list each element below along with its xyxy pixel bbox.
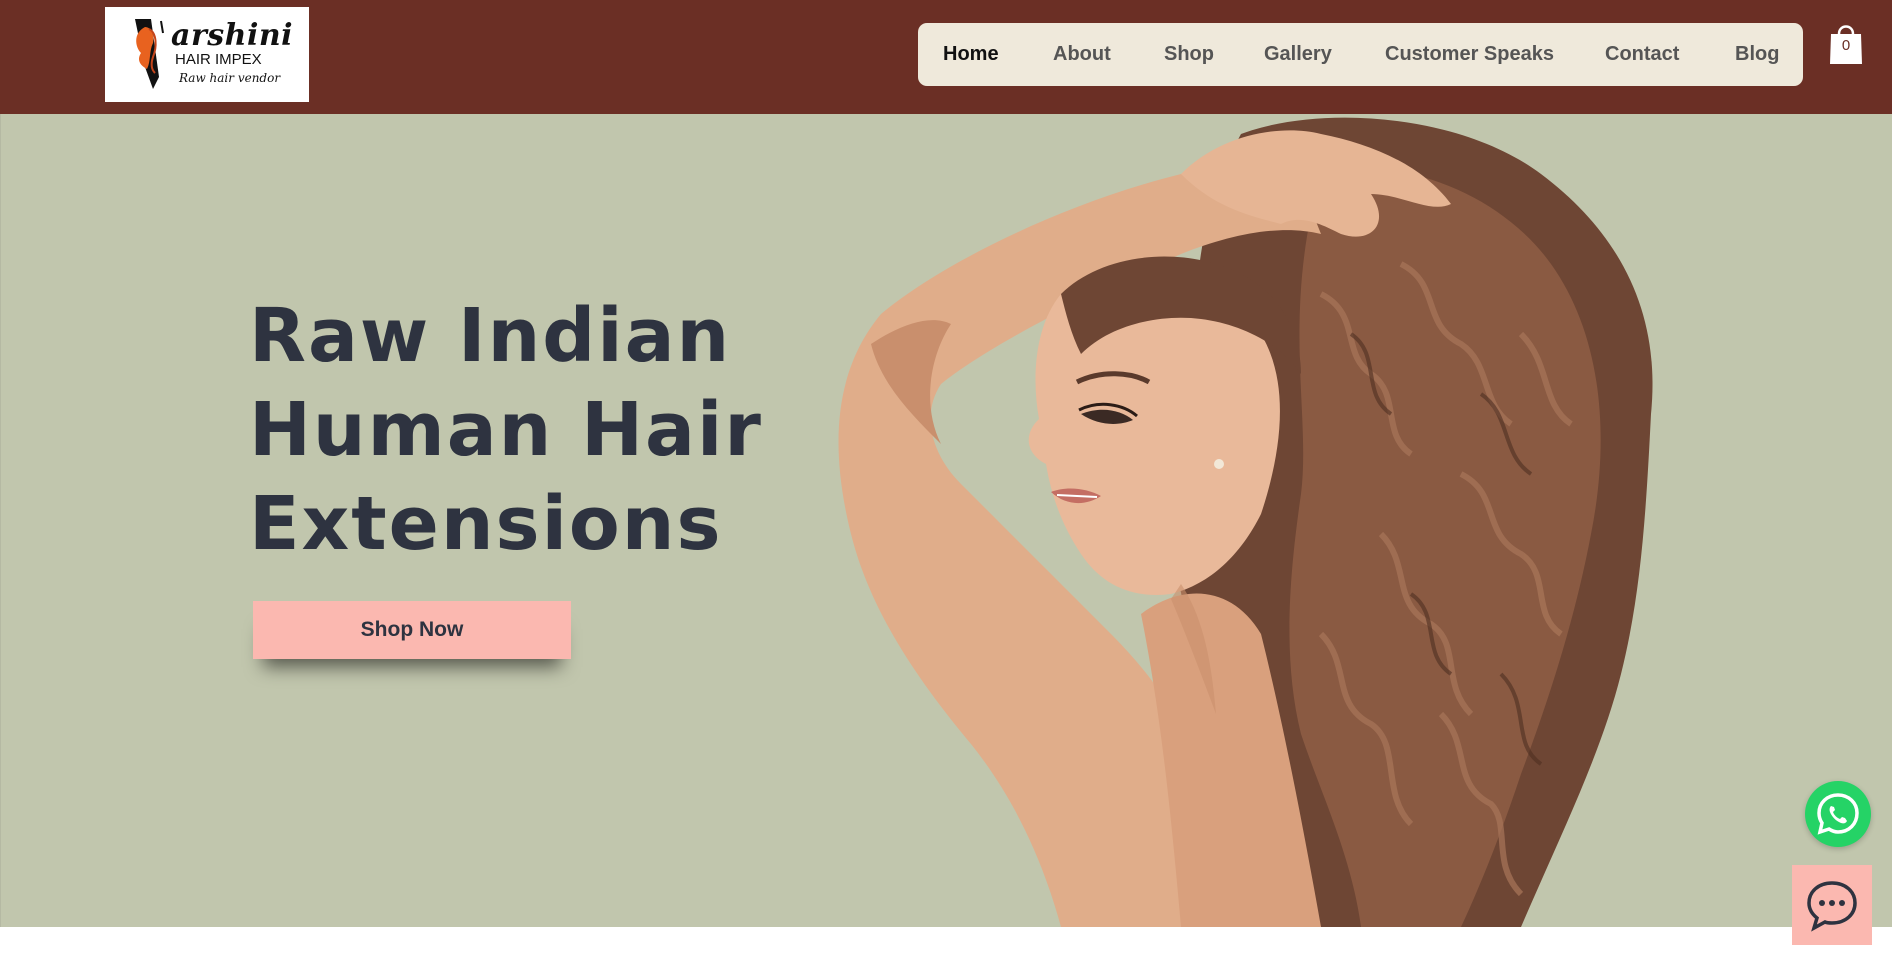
hero-heading: Raw Indian Human Hair Extensions bbox=[249, 289, 809, 571]
hero-model-image bbox=[838, 117, 1653, 927]
hero-heading-line-1: Raw Indian bbox=[249, 293, 732, 379]
logo-subtitle: HAIR IMPEX bbox=[175, 51, 262, 68]
nav-item-about[interactable]: About bbox=[1053, 23, 1111, 86]
nav-item-customer-speaks[interactable]: Customer Speaks bbox=[1385, 23, 1554, 86]
site-header: arshini HAIR IMPEX Raw hair vendor Home … bbox=[0, 0, 1892, 114]
nav-item-contact[interactable]: Contact bbox=[1605, 23, 1679, 86]
nav-item-shop[interactable]: Shop bbox=[1164, 23, 1214, 86]
main-navigation: Home About Shop Gallery Customer Speaks … bbox=[918, 23, 1803, 86]
cart-button[interactable]: 0 bbox=[1828, 20, 1864, 66]
hero-heading-line-2: Human Hair bbox=[249, 387, 763, 473]
shop-now-button[interactable]: Shop Now bbox=[253, 601, 571, 659]
hero-heading-line-3: Extensions bbox=[249, 481, 723, 567]
hero-section: Raw Indian Human Hair Extensions Shop No… bbox=[0, 114, 1892, 927]
whatsapp-icon bbox=[1817, 793, 1859, 835]
page-below-fold bbox=[0, 927, 1892, 967]
nav-item-home[interactable]: Home bbox=[943, 23, 999, 86]
chat-button[interactable] bbox=[1792, 865, 1872, 945]
logo-wordmark: arshini bbox=[171, 18, 294, 53]
whatsapp-button[interactable] bbox=[1805, 781, 1871, 847]
logo-tagline: Raw hair vendor bbox=[179, 71, 281, 85]
nav-item-gallery[interactable]: Gallery bbox=[1264, 23, 1332, 86]
site-logo[interactable]: arshini HAIR IMPEX Raw hair vendor bbox=[105, 7, 309, 102]
nav-item-blog[interactable]: Blog bbox=[1735, 23, 1779, 86]
cart-count: 0 bbox=[1841, 37, 1851, 54]
chat-bubble-icon bbox=[1807, 881, 1857, 932]
